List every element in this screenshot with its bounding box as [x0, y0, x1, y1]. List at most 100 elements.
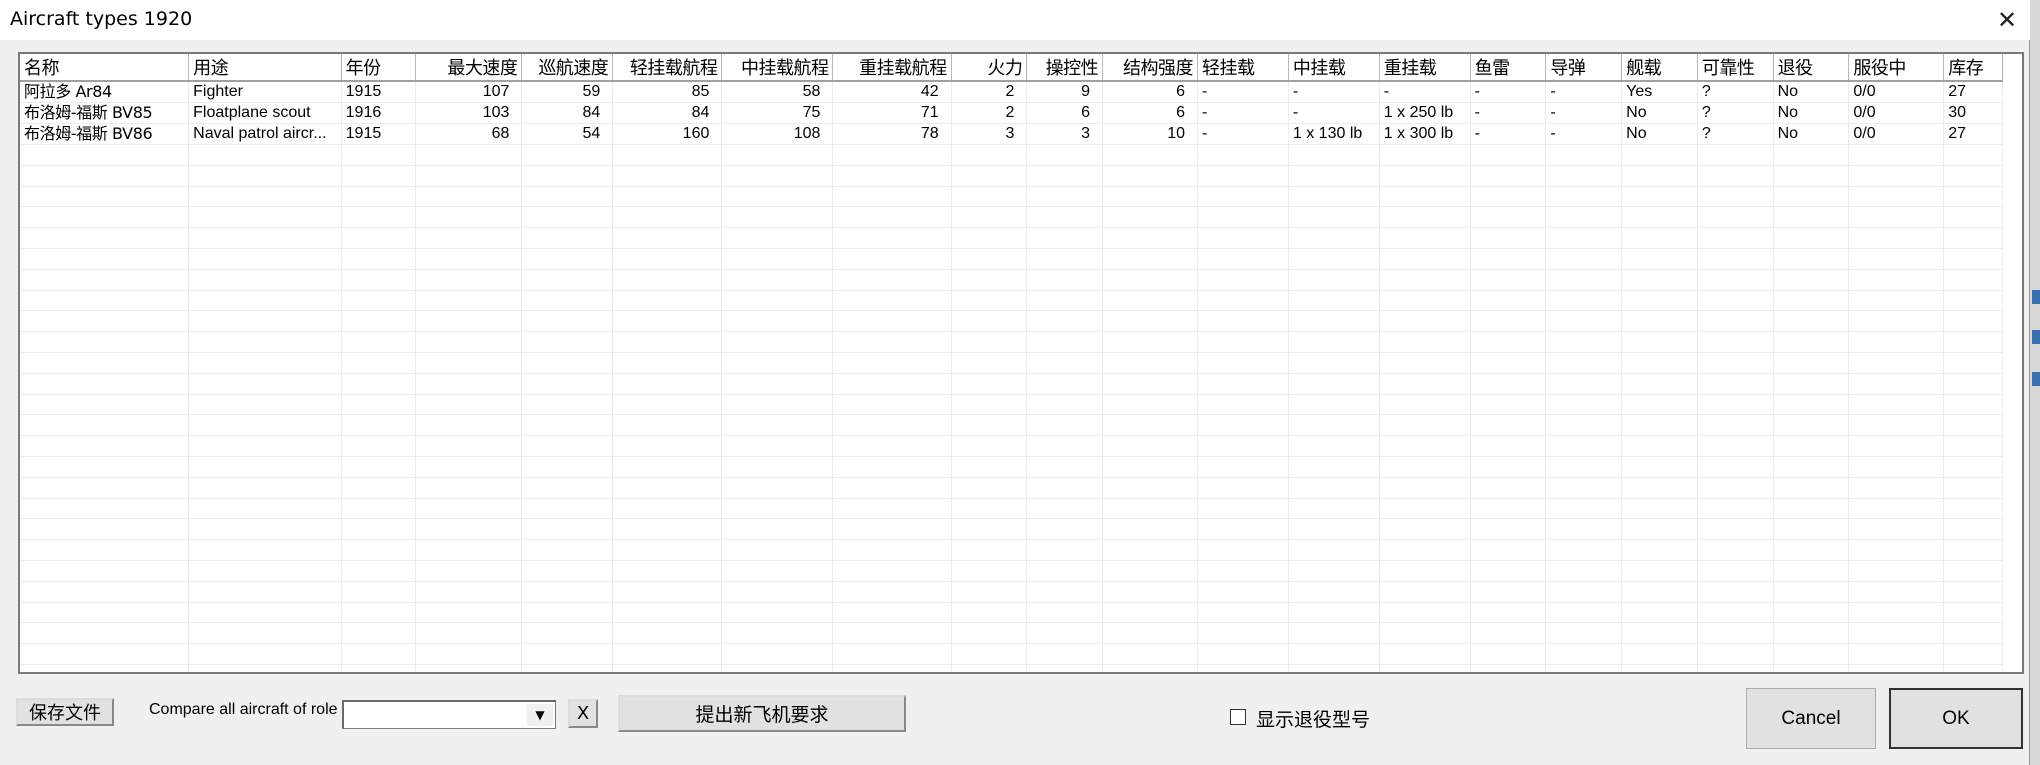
table-header-row: 名称 用途 年份 最大速度 巡航速度 轻挂载航程 中挂载航程 重挂载航程 火力 操控性 结构强度 轻挂… — [20, 54, 2003, 82]
empty-cell — [1621, 539, 1698, 561]
empty-cell — [721, 435, 834, 457]
column-header[interactable]: 退役 — [1773, 54, 1850, 82]
empty-cell — [612, 248, 723, 270]
column-header[interactable]: 重挂载航程 — [832, 54, 952, 82]
show-retired-checkbox[interactable] — [1230, 709, 1246, 725]
empty-cell — [1197, 602, 1289, 624]
empty-cell — [1026, 414, 1104, 437]
column-header[interactable]: 年份 — [341, 54, 417, 82]
table-cell: No — [1773, 81, 1850, 103]
table-cell: 75 — [721, 102, 834, 124]
empty-cell — [832, 269, 952, 291]
empty-cell — [1848, 331, 1945, 353]
table-row[interactable]: 阿拉多 Ar84 Fighter 1915 107 59 85 58 42 2 9 6- - - - - Ye… — [20, 81, 2003, 103]
empty-cell — [1288, 206, 1380, 229]
close-icon[interactable]: ✕ — [1990, 3, 2024, 37]
empty-cell — [1288, 269, 1380, 291]
empty-cell — [415, 456, 523, 478]
empty-cell — [1697, 394, 1774, 416]
empty-cell — [1470, 602, 1547, 624]
column-header[interactable]: 可靠性 — [1697, 54, 1774, 82]
empty-cell — [1288, 622, 1380, 645]
empty-cell — [612, 435, 723, 457]
empty-cell — [1102, 331, 1198, 353]
show-retired-label[interactable]: 显示退役型号 — [1256, 705, 1370, 732]
empty-cell — [1379, 331, 1471, 353]
empty-cell — [951, 269, 1028, 291]
empty-cell — [612, 477, 723, 499]
table-row[interactable]: 布洛姆-福斯 BV85 Floatplane scout 1916 103 84 84 75… — [20, 102, 2003, 124]
clear-role-button[interactable]: X — [568, 699, 598, 728]
save-file-button[interactable]: 保存文件 — [16, 698, 114, 726]
column-header[interactable]: 轻挂载航程 — [612, 54, 723, 82]
empty-row — [20, 248, 2003, 270]
empty-cell — [1697, 165, 1774, 187]
empty-cell — [415, 581, 523, 603]
column-header[interactable]: 服役中 — [1848, 54, 1945, 82]
empty-cell — [1288, 248, 1380, 270]
column-header[interactable]: 最大速度 — [415, 54, 523, 82]
empty-cell — [832, 227, 952, 249]
table-cell: 9 — [1026, 81, 1104, 103]
empty-cell — [721, 290, 834, 312]
table-cell: 42 — [832, 81, 952, 103]
empty-cell — [951, 227, 1028, 249]
empty-cell — [1470, 477, 1547, 499]
empty-cell — [1621, 560, 1698, 582]
column-header[interactable]: 舰载 — [1621, 54, 1698, 82]
column-header[interactable]: 中挂载 — [1288, 54, 1380, 82]
empty-cell — [1545, 560, 1623, 582]
empty-cell — [188, 290, 342, 312]
column-header[interactable]: 操控性 — [1026, 54, 1104, 82]
column-header[interactable]: 用途 — [188, 54, 342, 82]
column-header[interactable]: 库存 — [1943, 54, 2003, 82]
table-cell: 1 x 250 lb — [1379, 102, 1471, 124]
empty-cell — [721, 186, 834, 208]
empty-cell — [721, 560, 834, 582]
empty-cell — [1621, 227, 1698, 249]
empty-cell — [188, 227, 342, 249]
empty-cell — [341, 581, 417, 603]
column-header[interactable]: 鱼雷 — [1470, 54, 1547, 82]
empty-cell — [612, 498, 723, 520]
empty-cell — [721, 622, 834, 645]
table-cell: 2 — [951, 81, 1028, 103]
ok-button[interactable]: OK — [1889, 688, 2023, 749]
empty-cell — [20, 290, 190, 312]
table-cell: 27 — [1943, 123, 2003, 145]
empty-cell — [1943, 269, 2003, 291]
table-cell: 3 — [951, 123, 1028, 145]
role-select[interactable]: ▼ — [342, 700, 556, 729]
empty-cell — [1545, 310, 1623, 333]
empty-cell — [1197, 518, 1289, 541]
column-header[interactable]: 火力 — [951, 54, 1028, 82]
empty-cell — [1102, 664, 1198, 672]
empty-cell — [1848, 144, 1945, 166]
column-header[interactable]: 重挂载 — [1379, 54, 1471, 82]
empty-cell — [1621, 310, 1698, 333]
empty-cell — [1470, 539, 1547, 561]
empty-cell — [1470, 227, 1547, 249]
column-header[interactable]: 名称 — [20, 54, 190, 82]
empty-cell — [415, 394, 523, 416]
empty-cell — [415, 435, 523, 457]
empty-cell — [721, 394, 834, 416]
chevron-down-icon[interactable]: ▼ — [527, 704, 553, 726]
column-header[interactable]: 轻挂载 — [1197, 54, 1289, 82]
empty-cell — [1545, 581, 1623, 603]
column-header[interactable]: 结构强度 — [1102, 54, 1198, 82]
column-header[interactable]: 导弹 — [1545, 54, 1623, 82]
empty-cell — [341, 290, 417, 312]
table-row[interactable]: 布洛姆-福斯 BV86 Naval patrol aircr... 1915 68 54… — [20, 123, 2003, 145]
column-header[interactable]: 巡航速度 — [521, 54, 614, 82]
table-cell: 布洛姆-福斯 BV86 — [20, 123, 190, 145]
table-cell: ? — [1697, 123, 1774, 145]
empty-cell — [1379, 560, 1471, 582]
aircraft-grid[interactable]: 名称 用途 年份 最大速度 巡航速度 轻挂载航程 中挂载航程 重挂载航程 火力 操控性 结构强度 轻挂… — [18, 52, 2024, 674]
empty-cell — [1470, 165, 1547, 187]
empty-cell — [1026, 186, 1104, 208]
request-new-aircraft-button[interactable]: 提出新飞机要求 — [618, 695, 906, 732]
column-header[interactable]: 中挂载航程 — [721, 54, 834, 82]
empty-cell — [1288, 331, 1380, 353]
cancel-button[interactable]: Cancel — [1746, 688, 1876, 749]
